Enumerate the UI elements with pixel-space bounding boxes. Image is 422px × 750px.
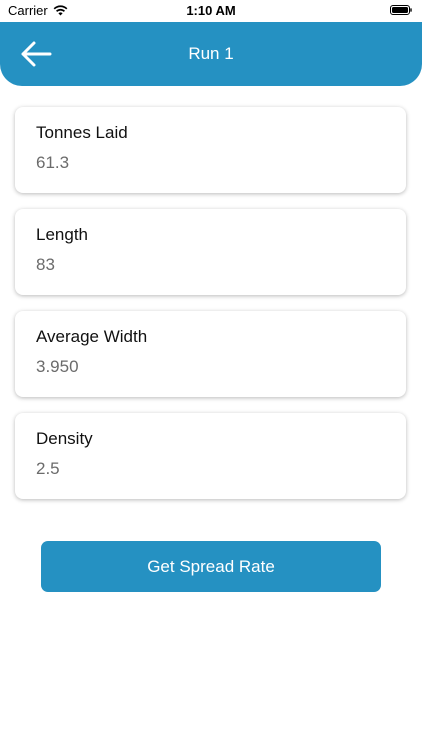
tonnes-laid-input[interactable] bbox=[36, 152, 376, 174]
length-input[interactable] bbox=[36, 254, 376, 276]
get-spread-rate-button[interactable]: Get Spread Rate bbox=[41, 541, 381, 592]
status-bar: Carrier 1:10 AM bbox=[0, 0, 422, 22]
field-label: Average Width bbox=[36, 327, 148, 346]
field-label: Tonnes Laid bbox=[36, 123, 128, 142]
field-label: Density bbox=[36, 429, 93, 448]
density-input[interactable] bbox=[36, 458, 376, 480]
clock: 1:10 AM bbox=[186, 3, 236, 18]
input-fields-list: Tonnes Laid Length Average Width Density bbox=[15, 107, 406, 515]
average-width-input[interactable] bbox=[36, 356, 376, 378]
navigation-header: Run 1 bbox=[0, 22, 422, 86]
field-card-density: Density bbox=[15, 413, 406, 499]
field-card-average-width: Average Width bbox=[15, 311, 406, 397]
field-card-tonnes-laid: Tonnes Laid bbox=[15, 107, 406, 193]
page-title: Run 1 bbox=[188, 44, 234, 63]
field-card-length: Length bbox=[15, 209, 406, 295]
battery-icon bbox=[390, 5, 412, 15]
field-label: Length bbox=[36, 225, 88, 244]
